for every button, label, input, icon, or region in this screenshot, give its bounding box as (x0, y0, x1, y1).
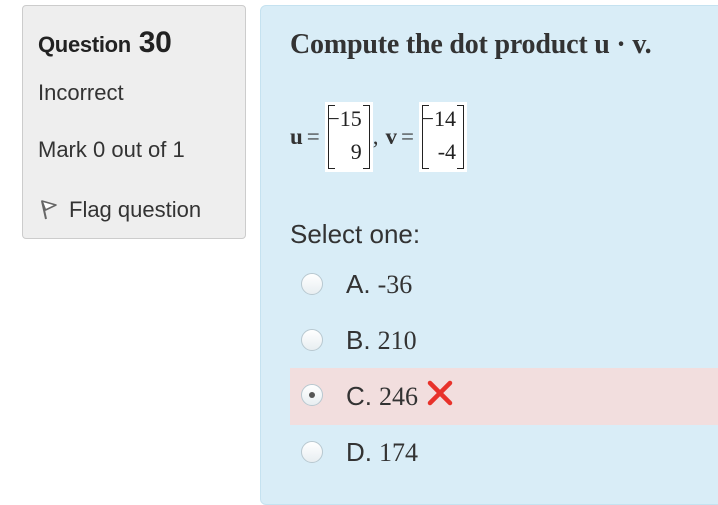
cross-icon (426, 380, 454, 413)
radio-option-a[interactable] (301, 273, 323, 295)
radio-option-b[interactable] (301, 329, 323, 351)
v-equals: = (401, 124, 415, 149)
answer-option-b[interactable]: B. 210 (290, 313, 718, 370)
question-text: Compute the dot product u · v. (290, 29, 652, 60)
option-value: 210 (377, 325, 417, 355)
option-value: 246 (379, 381, 418, 411)
u-equals: = (306, 124, 320, 149)
flag-question-link[interactable]: Flag question (37, 194, 201, 226)
radio-option-c[interactable] (301, 384, 323, 406)
question-number-value: 30 (138, 26, 172, 59)
question-info-panel: Question 30 Incorrect Mark 0 out of 1 Fl… (22, 5, 246, 239)
radio-option-d[interactable] (301, 441, 323, 463)
select-one-prompt: Select one: (290, 219, 421, 249)
vector-separator: , (372, 124, 379, 149)
option-c-label[interactable]: C. 246 (346, 380, 454, 413)
option-letter: B. (346, 325, 371, 355)
question-grade: Mark 0 out of 1 (38, 137, 185, 162)
u-vector-matrix: −15 9 (324, 102, 373, 172)
flag-icon (37, 194, 69, 226)
answer-option-d[interactable]: D. 174 (290, 425, 718, 482)
option-b-label[interactable]: B. 210 (346, 325, 417, 356)
option-d-label[interactable]: D. 174 (346, 437, 418, 468)
option-letter: D. (346, 437, 372, 467)
right-bracket (362, 105, 370, 169)
v-entry-1: −14 (421, 106, 457, 131)
flag-question-label: Flag question (69, 197, 202, 222)
u-entry-1: −15 (327, 106, 362, 131)
option-letter: C. (346, 381, 372, 411)
question-number: Question 30 (38, 26, 172, 60)
answer-option-a[interactable]: A. -36 (290, 257, 718, 314)
v-label: v (385, 124, 398, 149)
answer-option-c[interactable]: C. 246 (290, 368, 718, 425)
u-label: u (290, 124, 303, 149)
option-a-label[interactable]: A. -36 (346, 269, 412, 300)
vector-definitions: u = −15 9 , v = −14 -4 (290, 102, 468, 172)
v-vector-matrix: −14 -4 (419, 102, 468, 172)
option-value: -36 (377, 269, 413, 299)
right-bracket (457, 105, 465, 169)
question-state: Incorrect (38, 80, 124, 105)
v-entry-2: -4 (437, 139, 457, 164)
option-value: 174 (379, 437, 418, 467)
question-label: Question (38, 32, 131, 57)
option-letter: A. (346, 269, 371, 299)
question-content-panel: Compute the dot product u · v. u = −15 9… (260, 5, 718, 505)
u-entry-2: 9 (350, 139, 362, 164)
